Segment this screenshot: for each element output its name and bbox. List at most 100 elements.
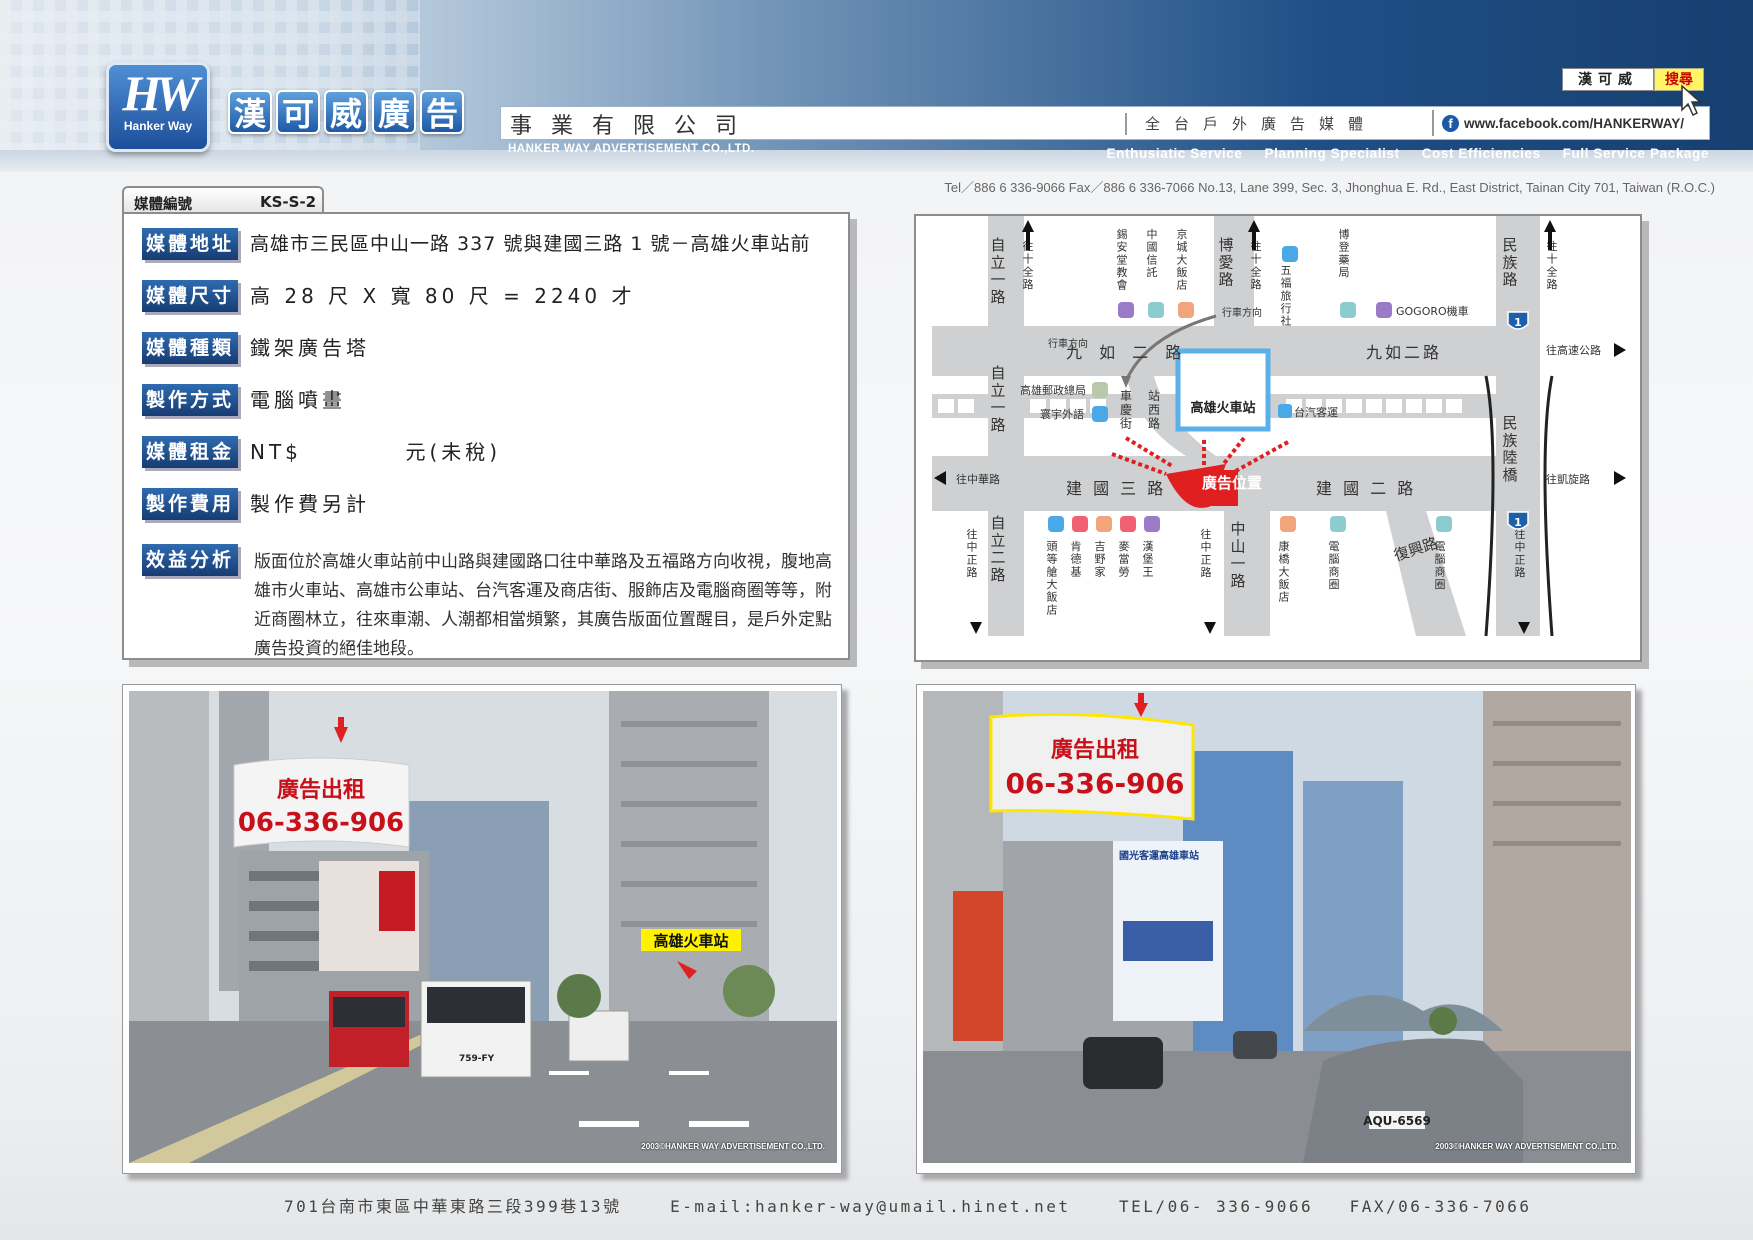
company-logo[interactable]: HW Hanker Way bbox=[106, 62, 210, 152]
landmark-label-vertical: 中國信託 bbox=[1147, 228, 1158, 279]
road-label: 建 國 三 路 bbox=[1066, 479, 1166, 498]
company-name: 事業有限公司 bbox=[510, 114, 757, 139]
service-item: Enthusiatic Service bbox=[1106, 146, 1243, 161]
header-mosaic bbox=[0, 0, 420, 170]
photo-svg: 廣告出租 06-336-906 國光客運高雄車站 AQU-6569 bbox=[923, 691, 1631, 1163]
ad-label: 廣告位置 bbox=[1202, 474, 1262, 492]
copyright: 2003©HANKER WAY ADVERTISEMENT CO.,LTD. bbox=[641, 1142, 825, 1151]
footer-fax: FAX/06-336-7066 bbox=[1349, 1197, 1532, 1216]
site-photo-left[interactable]: 廣告出租 06-336-906 高雄火車站 759-FY 2003©HANKER… bbox=[122, 684, 842, 1174]
dir-label-vertical: 往中正路 bbox=[1201, 527, 1212, 579]
road-label: 九 如 二 路 bbox=[1066, 343, 1187, 362]
photo-svg: 廣告出租 06-336-906 高雄火車站 759-FY bbox=[129, 691, 837, 1163]
road-label-vertical: 中山一路 bbox=[1230, 520, 1245, 590]
landmark-label: GOGORO機車 bbox=[1396, 304, 1469, 318]
info-row-analysis: 效益分析 bbox=[142, 544, 238, 576]
location-map: 高雄火車站 廣告位置 行車方向 行車方向 九 如 二 路 九如二路 建 國 三 … bbox=[914, 214, 1642, 662]
map-svg: 高雄火車站 廣告位置 行車方向 行車方向 九 如 二 路 九如二路 建 國 三 … bbox=[932, 216, 1626, 637]
tree bbox=[1429, 1007, 1457, 1035]
dir-label: 往凱旋路 bbox=[1546, 472, 1590, 486]
road-label-vertical: 站西路 bbox=[1148, 389, 1160, 431]
road-label-vertical: 自立一路 bbox=[990, 364, 1005, 434]
search-field[interactable]: 漢可威 bbox=[1562, 68, 1654, 91]
info-label: 媒體種類 bbox=[142, 332, 238, 364]
landmark-label-vertical: 電腦商圈 bbox=[1435, 540, 1446, 591]
media-number-code: KS-S-2 bbox=[260, 193, 317, 211]
bridge-bracket bbox=[1543, 375, 1554, 637]
road-label-vertical: 車慶街 bbox=[1120, 389, 1132, 431]
info-row-type: 媒體種類 鐵架廣告塔 bbox=[142, 332, 370, 364]
facebook-link[interactable]: f www.facebook.com/HANKERWAY/ bbox=[1432, 110, 1684, 136]
landmark-label-vertical: 頭等艙大飯店 bbox=[1047, 540, 1058, 616]
info-label: 製作方式 bbox=[142, 384, 238, 416]
info-label: 製作費用 bbox=[142, 488, 238, 520]
analysis-text: 版面位於高雄火車站前中山路與建國路口往中華路及五福路方向收視，腹地高雄市火車站、… bbox=[254, 552, 832, 659]
info-value: 製作費另計 bbox=[250, 492, 370, 516]
landmark-label-vertical: 錫安堂教會 bbox=[1117, 227, 1128, 292]
info-row-size: 媒體尺寸 高 28 尺 X 寬 80 尺 = 2240 才 bbox=[142, 280, 635, 312]
info-value: 高雄市三民區中山一路 337 號與建國三路 1 號－高雄火車站前 bbox=[250, 233, 811, 255]
facebook-url: www.facebook.com/HANKERWAY/ bbox=[1464, 115, 1685, 131]
brand-char: 可 bbox=[276, 90, 320, 134]
info-row-rent: 媒體租金 NT$ 元(未稅) bbox=[142, 436, 501, 468]
brand-char: 告 bbox=[420, 90, 464, 134]
road-label: 建 國 二 路 bbox=[1316, 479, 1416, 498]
billboard-title: 廣告出租 bbox=[277, 777, 365, 803]
landmark-dot bbox=[1048, 516, 1064, 532]
footer-email[interactable]: E-mail:hanker-way@umail.hinet.net bbox=[670, 1197, 1070, 1216]
road-label-vertical: 民族路 bbox=[1502, 236, 1517, 289]
landmark-label-vertical: 五福旅行社 bbox=[1281, 264, 1292, 328]
info-value: NT$ 元(未稅) bbox=[250, 440, 502, 464]
photo-scene: 廣告出租 06-336-906 高雄火車站 759-FY 2003©HANKER… bbox=[129, 691, 837, 1163]
landmark-dot bbox=[1278, 404, 1292, 418]
landmark-label-vertical: 吉野家 bbox=[1095, 540, 1106, 578]
car bbox=[1083, 1037, 1163, 1089]
landmark-label-vertical: 博登藥局 bbox=[1339, 228, 1350, 279]
road-label: 九如二路 bbox=[1366, 343, 1442, 362]
landmark-label-vertical: 京城大飯店 bbox=[1177, 227, 1188, 292]
landmark-label: 台汽客運 bbox=[1294, 405, 1338, 419]
copyright: 2003©HANKER WAY ADVERTISEMENT CO.,LTD. bbox=[1435, 1142, 1619, 1151]
road-label-vertical: 自立二路 bbox=[990, 514, 1005, 584]
photo-scene: 廣告出租 06-336-906 國光客運高雄車站 AQU-6569 2003©H… bbox=[923, 691, 1631, 1163]
station-building bbox=[1175, 348, 1271, 432]
building bbox=[1303, 781, 1403, 1081]
landmark-dot bbox=[1120, 516, 1136, 532]
billboard-title: 廣告出租 bbox=[1051, 737, 1139, 763]
service-item: Full Service Package bbox=[1562, 146, 1709, 161]
site-photo-right[interactable]: 廣告出租 06-336-906 國光客運高雄車站 AQU-6569 2003©H… bbox=[916, 684, 1636, 1174]
media-info-panel: 媒體地址 高雄市三民區中山一路 337 號與建國三路 1 號－高雄火車站前 媒體… bbox=[122, 212, 850, 660]
landmark-dot bbox=[1072, 516, 1088, 532]
info-row-method: 製作方式 電腦噴畫 bbox=[142, 384, 346, 416]
landmark-label: 高雄郵政總局 bbox=[1020, 383, 1086, 397]
landmark-label-vertical: 肯德基 bbox=[1071, 540, 1082, 578]
road-label-vertical: 博愛路 bbox=[1218, 236, 1233, 289]
shop-sign bbox=[953, 891, 1003, 1041]
landmark-label-vertical: 康橋大飯店 bbox=[1279, 539, 1290, 604]
landmark-label-vertical: 電腦商圈 bbox=[1329, 540, 1340, 591]
ad-sign-text: 國光客運高雄車站 bbox=[1119, 849, 1199, 862]
landmark-dot bbox=[1092, 406, 1108, 422]
landmark-dot bbox=[1282, 246, 1298, 262]
road-fuxing bbox=[1386, 511, 1466, 636]
footer-address: 701台南市東區中華東路三段399巷13號 bbox=[284, 1197, 622, 1216]
tree bbox=[723, 965, 775, 1017]
road-label-vertical: 民族陸橋 bbox=[1502, 414, 1517, 484]
landmark-label: 寰宇外語 bbox=[1040, 407, 1084, 421]
services-list: Enthusiatic Service Planning Specialist … bbox=[1107, 146, 1709, 161]
brand-name: 漢 可 威 廣 告 bbox=[228, 90, 464, 134]
building bbox=[129, 691, 209, 1071]
company-name-en: HANKER WAY ADVERTISEMENT CO.,LTD. bbox=[508, 143, 755, 155]
landmark-dot bbox=[1340, 302, 1356, 318]
landmark-label-vertical: 漢堡王 bbox=[1143, 540, 1154, 578]
svg-text:1: 1 bbox=[1514, 316, 1522, 329]
media-number-label: 媒體編號 bbox=[134, 197, 192, 213]
info-row-address: 媒體地址 高雄市三民區中山一路 337 號與建國三路 1 號－高雄火車站前 bbox=[142, 228, 811, 260]
landmark-dot bbox=[1118, 302, 1134, 318]
poster bbox=[379, 871, 415, 931]
landmark-dot bbox=[1330, 516, 1346, 532]
brand-char: 廣 bbox=[372, 90, 416, 134]
info-label: 媒體租金 bbox=[142, 436, 238, 468]
highway-badge: 1 bbox=[1507, 311, 1529, 330]
logo-mark: HW bbox=[122, 65, 199, 121]
